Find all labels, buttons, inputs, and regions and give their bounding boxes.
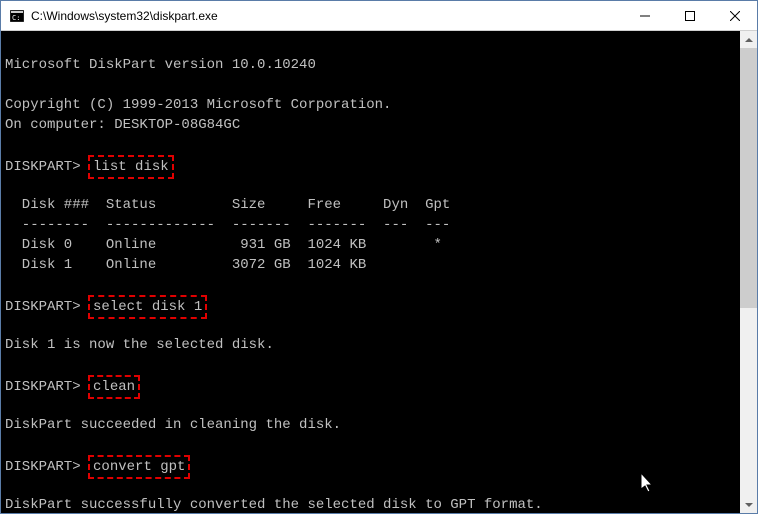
disk-row-0: Disk 0 Online 931 GB 1024 KB * <box>5 235 740 255</box>
convert-result: DiskPart successfully converted the sele… <box>5 495 740 513</box>
prompt-list-disk: DISKPART> list disk <box>5 155 740 175</box>
clean-result: DiskPart succeeded in cleaning the disk. <box>5 415 740 435</box>
cmd-highlight-select-disk: select disk 1 <box>88 295 207 319</box>
prompt-clean: DISKPART> clean <box>5 375 740 395</box>
close-button[interactable] <box>712 1 757 30</box>
cmd-highlight-clean: clean <box>88 375 140 399</box>
svg-text:C:: C: <box>12 14 20 22</box>
window-controls <box>622 1 757 30</box>
computer-line: On computer: DESKTOP-08G84GC <box>5 115 740 135</box>
disk-table-header: Disk ### Status Size Free Dyn Gpt <box>5 195 740 215</box>
copyright-line: Copyright (C) 1999-2013 Microsoft Corpor… <box>5 95 740 115</box>
scroll-thumb[interactable] <box>740 48 757 308</box>
terminal-output[interactable]: Microsoft DiskPart version 10.0.10240 Cop… <box>1 31 740 513</box>
version-line: Microsoft DiskPart version 10.0.10240 <box>5 55 740 75</box>
cmd-highlight-list-disk: list disk <box>88 155 174 179</box>
scroll-down-button[interactable] <box>740 496 757 513</box>
titlebar[interactable]: C: C:\Windows\system32\diskpart.exe <box>1 1 757 31</box>
disk-table-divider: -------- ------------- ------- ------- -… <box>5 215 740 235</box>
window-title: C:\Windows\system32\diskpart.exe <box>31 9 622 23</box>
select-result: Disk 1 is now the selected disk. <box>5 335 740 355</box>
prompt-select-disk: DISKPART> select disk 1 <box>5 295 740 315</box>
scroll-up-button[interactable] <box>740 31 757 48</box>
scroll-track[interactable] <box>740 48 757 496</box>
content-area: Microsoft DiskPart version 10.0.10240 Cop… <box>1 31 757 513</box>
maximize-button[interactable] <box>667 1 712 30</box>
minimize-button[interactable] <box>622 1 667 30</box>
disk-row-1: Disk 1 Online 3072 GB 1024 KB <box>5 255 740 275</box>
prompt-convert-gpt: DISKPART> convert gpt <box>5 455 740 475</box>
cmd-highlight-convert-gpt: convert gpt <box>88 455 190 479</box>
vertical-scrollbar[interactable] <box>740 31 757 513</box>
app-icon: C: <box>9 8 25 24</box>
